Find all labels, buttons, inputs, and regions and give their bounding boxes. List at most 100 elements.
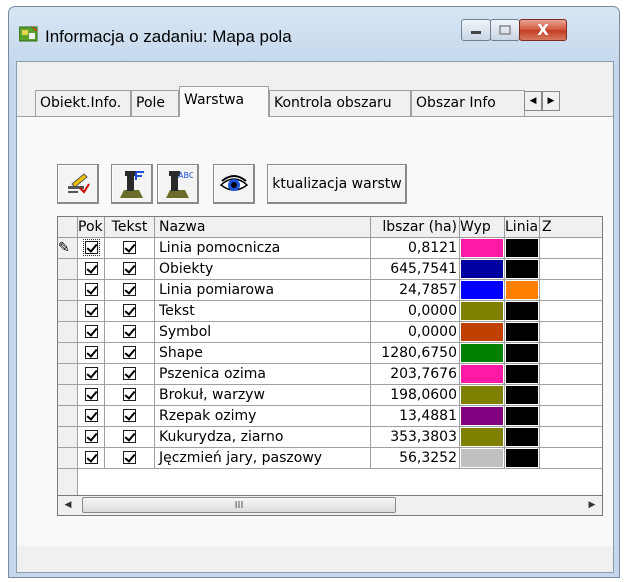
tekst-checkbox[interactable] (123, 346, 136, 359)
close-button[interactable]: X (519, 19, 567, 41)
layer-name-cell[interactable]: Kukurydza, ziarno (155, 427, 371, 448)
table-row[interactable]: Brokuł, warzyw 198,0600 (58, 385, 602, 406)
header-tekst[interactable]: Tekst (105, 217, 155, 238)
fill-color-cell[interactable] (460, 322, 505, 343)
row-indicator[interactable] (58, 280, 78, 301)
layer-name-cell[interactable]: Linia pomiarowa (155, 280, 371, 301)
row-indicator[interactable] (58, 343, 78, 364)
fill-color-cell[interactable] (460, 385, 505, 406)
row-indicator[interactable] (58, 364, 78, 385)
grid-horizontal-scrollbar[interactable]: ◀ III ▶ (57, 496, 603, 516)
header-linia[interactable]: Linia (505, 217, 540, 238)
tekst-checkbox[interactable] (123, 430, 136, 443)
fill-color-cell[interactable] (460, 427, 505, 448)
tab-scroll-right-button[interactable]: ▶ (542, 91, 560, 111)
header-nazwa[interactable]: Nazwa (155, 217, 371, 238)
tab-obszar-info[interactable]: Obszar Info (411, 90, 525, 116)
tekst-checkbox[interactable] (123, 388, 136, 401)
tekst-checkbox-cell[interactable] (105, 301, 155, 322)
line-color-cell[interactable] (505, 301, 540, 322)
row-indicator[interactable] (58, 427, 78, 448)
fill-color-cell[interactable] (460, 343, 505, 364)
line-color-cell[interactable] (505, 259, 540, 280)
tab-warstwa[interactable]: Warstwa (179, 86, 269, 117)
header-obszar[interactable]: lbszar (ha) (371, 217, 460, 238)
pok-checkbox[interactable] (84, 325, 98, 338)
tekst-checkbox[interactable] (123, 451, 136, 464)
tekst-checkbox-cell[interactable] (105, 280, 155, 301)
pok-checkbox-cell[interactable] (78, 343, 105, 364)
tekst-checkbox[interactable] (123, 325, 136, 338)
table-row[interactable]: Shape 1280,6750 (58, 343, 602, 364)
visibility-button[interactable] (213, 164, 255, 204)
tab-scroll-left-button[interactable]: ◀ (524, 91, 542, 111)
table-row[interactable]: Pszenica ozima 203,7676 (58, 364, 602, 385)
line-color-cell[interactable] (505, 343, 540, 364)
pok-checkbox[interactable] (84, 388, 98, 401)
pok-checkbox-cell[interactable] (78, 448, 105, 469)
layer-name-cell[interactable]: Rzepak ozimy (155, 406, 371, 427)
pok-checkbox[interactable] (84, 346, 98, 359)
row-indicator[interactable] (58, 322, 78, 343)
scrollbar-thumb[interactable]: III (82, 497, 396, 513)
table-row[interactable]: ✎ Linia pomocnicza 0,8121 (58, 238, 602, 259)
pok-checkbox-cell[interactable] (78, 238, 105, 259)
line-color-cell[interactable] (505, 322, 540, 343)
line-color-cell[interactable] (505, 280, 540, 301)
pok-checkbox[interactable] (84, 283, 98, 296)
edit-layers-button[interactable] (57, 164, 99, 204)
table-row[interactable]: Kukurydza, ziarno 353,3803 (58, 427, 602, 448)
layer-name-cell[interactable]: Linia pomocnicza (155, 238, 371, 259)
scroll-left-button[interactable]: ◀ (60, 497, 76, 513)
row-indicator[interactable] (58, 259, 78, 280)
tekst-checkbox-cell[interactable] (105, 385, 155, 406)
row-indicator[interactable]: ✎ (58, 238, 78, 259)
tab-pole[interactable]: Pole (131, 90, 179, 116)
fill-color-cell[interactable] (460, 448, 505, 469)
tekst-checkbox-cell[interactable] (105, 238, 155, 259)
layer-name-cell[interactable]: Obiekty (155, 259, 371, 280)
pok-checkbox[interactable] (84, 262, 98, 275)
pok-checkbox-cell[interactable] (78, 259, 105, 280)
line-color-cell[interactable] (505, 364, 540, 385)
tekst-checkbox[interactable] (123, 409, 136, 422)
line-color-cell[interactable] (505, 406, 540, 427)
tekst-checkbox-cell[interactable] (105, 343, 155, 364)
line-color-cell[interactable] (505, 427, 540, 448)
tekst-checkbox-cell[interactable] (105, 364, 155, 385)
row-indicator[interactable] (58, 406, 78, 427)
tekst-checkbox-cell[interactable] (105, 448, 155, 469)
fill-color-cell[interactable] (460, 259, 505, 280)
pok-checkbox[interactable] (84, 367, 98, 380)
tab-kontrola-obszaru[interactable]: Kontrola obszaru (269, 90, 411, 116)
minimize-button[interactable] (461, 19, 491, 41)
table-row[interactable]: Tekst 0,0000 (58, 301, 602, 322)
tekst-checkbox[interactable] (123, 367, 136, 380)
tekst-checkbox[interactable] (123, 262, 136, 275)
table-row[interactable]: Symbol 0,0000 (58, 322, 602, 343)
pok-checkbox-cell[interactable] (78, 427, 105, 448)
tekst-checkbox-cell[interactable] (105, 259, 155, 280)
pok-checkbox[interactable] (84, 409, 98, 422)
tekst-checkbox[interactable] (123, 241, 136, 254)
layer-name-cell[interactable]: Symbol (155, 322, 371, 343)
table-row[interactable]: Jęczmień jary, paszowy 56,3252 (58, 448, 602, 469)
row-indicator[interactable] (58, 301, 78, 322)
tekst-checkbox[interactable] (123, 283, 136, 296)
pok-checkbox-cell[interactable] (78, 322, 105, 343)
row-indicator[interactable] (58, 385, 78, 406)
tab-obiekt-info[interactable]: Obiekt.Info. (35, 90, 131, 116)
fill-color-cell[interactable] (460, 238, 505, 259)
title-bar[interactable]: Informacja o zadaniu: Mapa pola X (9, 7, 619, 55)
pok-checkbox-cell[interactable] (78, 364, 105, 385)
line-color-cell[interactable] (505, 448, 540, 469)
fill-color-cell[interactable] (460, 280, 505, 301)
fill-color-cell[interactable] (460, 301, 505, 322)
pok-checkbox[interactable] (84, 451, 98, 464)
table-row[interactable]: Rzepak ozimy 13,4881 (58, 406, 602, 427)
pok-checkbox-cell[interactable] (78, 385, 105, 406)
label-abc-button[interactable]: ABC (157, 164, 199, 204)
pok-checkbox-cell[interactable] (78, 406, 105, 427)
header-wyp[interactable]: Wyp (460, 217, 505, 238)
fill-color-cell[interactable] (460, 406, 505, 427)
